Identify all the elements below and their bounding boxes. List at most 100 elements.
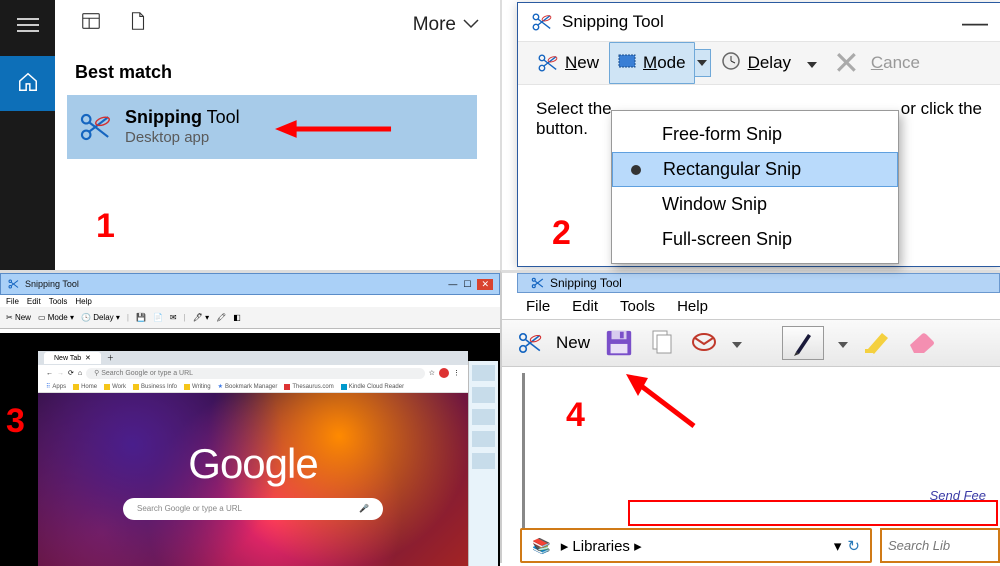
bookmark-biz[interactable]: Business Info — [133, 384, 177, 390]
bookmark-writing[interactable]: Writing — [184, 384, 211, 390]
bookmark-kindle[interactable]: Kindle Cloud Reader — [341, 384, 404, 390]
forward-button[interactable]: → — [57, 370, 64, 377]
menu-file[interactable]: File — [6, 297, 19, 306]
mic-icon[interactable]: 🎤 — [359, 504, 369, 513]
menu-tools[interactable]: Tools — [49, 297, 68, 306]
menu-item-fullscreen[interactable]: Full-screen Snip — [612, 222, 898, 257]
delay-dropdown-arrow[interactable] — [801, 56, 823, 71]
back-button[interactable]: ← — [46, 370, 53, 377]
new-tab-button[interactable]: ＋ — [107, 353, 114, 363]
library-icon: 📚 — [532, 537, 551, 555]
apps-view-icon[interactable] — [80, 10, 102, 35]
minimize-button[interactable]: — — [962, 7, 988, 38]
new-button[interactable]: New — [526, 42, 609, 84]
send-dropdown[interactable] — [732, 336, 742, 351]
menu-item-freeform[interactable]: Free-form Snip — [612, 117, 898, 152]
browser-tab[interactable]: New Tab ✕ — [44, 352, 101, 364]
save-button[interactable]: 💾 — [136, 313, 146, 322]
menu-button[interactable]: ⋮ — [453, 369, 460, 377]
side-panel — [468, 361, 498, 566]
pen-button[interactable]: 🖊 ▾ — [193, 313, 209, 322]
scissors-icon — [77, 110, 111, 144]
bookmarks-bar: ⠿Apps Home Work Business Info Writing ★B… — [38, 381, 468, 393]
menu-file[interactable]: File — [526, 298, 550, 315]
save-button[interactable] — [604, 328, 634, 358]
home-button[interactable]: ⌂ — [78, 370, 82, 377]
minimize-button[interactable]: — — [448, 279, 457, 290]
scissors-icon — [7, 278, 19, 290]
pen-button[interactable] — [782, 326, 824, 360]
copy-button[interactable] — [648, 328, 676, 359]
scissors-icon — [536, 52, 558, 74]
highlighter-button[interactable]: 🖍 — [216, 313, 226, 322]
new-button[interactable]: ✂ New — [6, 313, 31, 322]
copy-button[interactable]: 📄 — [153, 313, 163, 322]
bookmark-work[interactable]: Work — [104, 384, 126, 390]
delay-button[interactable]: Delay — [711, 42, 801, 84]
side-item[interactable] — [472, 431, 495, 447]
bookmark-thesaurus[interactable]: Thesaurus.com — [284, 384, 333, 390]
eraser-button[interactable] — [906, 331, 936, 356]
side-item[interactable] — [472, 365, 495, 381]
cancel-button[interactable]: ✕ Cance — [823, 42, 930, 84]
close-button[interactable]: ✕ — [477, 279, 493, 290]
send-button[interactable]: ✉ — [170, 313, 177, 322]
send-button[interactable] — [690, 328, 718, 359]
address-bar[interactable]: ⚲ Search Google or type a URL — [86, 368, 425, 379]
google-search-box[interactable]: Search Google or type a URL 🎤 — [123, 498, 383, 520]
dropdown-icon[interactable]: ▾ — [834, 537, 842, 555]
menu-item-window[interactable]: Window Snip — [612, 187, 898, 222]
document-icon[interactable] — [127, 10, 149, 35]
search-result-snipping-tool[interactable]: Snipping Tool Desktop app — [67, 95, 477, 159]
scissors-icon — [530, 11, 552, 33]
bookmark-apps[interactable]: ⠿Apps — [46, 383, 66, 390]
explorer-search[interactable]: Search Lib — [880, 528, 1000, 563]
google-logo: Google — [188, 440, 317, 488]
selection-rectangle — [628, 500, 998, 526]
refresh-icon[interactable]: ↻ — [847, 537, 860, 555]
reload-button[interactable]: ⟳ — [68, 369, 74, 377]
new-button[interactable]: New — [556, 333, 590, 353]
highlighter-button[interactable] — [862, 329, 892, 358]
browser-toolbar: ← → ⟳ ⌂ ⚲ Search Google or type a URL ☆ … — [38, 365, 468, 381]
profile-icon[interactable] — [439, 368, 449, 378]
side-item[interactable] — [472, 409, 495, 425]
mode-dropdown-arrow[interactable] — [695, 49, 711, 77]
window-titlebar: Snipping Tool — — [518, 3, 1000, 41]
home-tile[interactable] — [0, 56, 55, 111]
p4-title-text: Snipping Tool — [550, 276, 622, 290]
menu-edit[interactable]: Edit — [572, 298, 598, 315]
p3-titlebar: Snipping Tool — ☐ ✕ — [0, 273, 500, 295]
mode-button[interactable]: Mode — [609, 42, 695, 84]
result-text: Snipping Tool Desktop app — [125, 107, 240, 147]
menu-help[interactable]: Help — [677, 298, 708, 315]
maximize-button[interactable]: ☐ — [463, 279, 471, 290]
menu-help[interactable]: Help — [75, 297, 91, 306]
more-label: More — [413, 14, 456, 36]
window-title: Snipping Tool — [562, 12, 664, 32]
scissors-icon — [516, 330, 542, 356]
side-item[interactable] — [472, 387, 495, 403]
menu-edit[interactable]: Edit — [27, 297, 41, 306]
explorer-address[interactable]: 📚 ▸ Libraries ▸ ▾ ↻ — [520, 528, 872, 563]
browser-tabstrip: New Tab ✕ ＋ — [38, 351, 468, 365]
chrome-window: New Tab ✕ ＋ ← → ⟳ ⌂ ⚲ Search Google or t… — [38, 351, 468, 566]
step-number-4: 4 — [566, 396, 585, 435]
menu-tools[interactable]: Tools — [620, 298, 655, 315]
pen-dropdown[interactable] — [838, 336, 848, 351]
selected-dot-icon — [631, 165, 641, 175]
search-icon: ⚲ — [94, 369, 99, 377]
mode-button[interactable]: ▭ Mode ▾ — [38, 313, 74, 322]
hamburger-icon[interactable] — [17, 14, 39, 36]
star-button[interactable]: ☆ — [429, 369, 435, 377]
p4-titlebar: Snipping Tool — [517, 273, 1000, 293]
side-item[interactable] — [472, 453, 495, 469]
bookmark-home[interactable]: Home — [73, 384, 97, 390]
delay-button[interactable]: 🕓 Delay ▾ — [81, 313, 120, 322]
menu-item-rectangular[interactable]: Rectangular Snip — [612, 152, 898, 187]
eraser-button[interactable]: ◧ — [233, 313, 241, 322]
best-match-heading: Best match — [75, 62, 172, 83]
bookmark-manager[interactable]: ★Bookmark Manager — [218, 383, 278, 390]
more-dropdown[interactable]: More — [413, 14, 480, 36]
p3-toolbar: ✂ New ▭ Mode ▾ 🕓 Delay ▾ | 💾 📄 ✉ | 🖊 ▾ 🖍… — [0, 307, 500, 329]
